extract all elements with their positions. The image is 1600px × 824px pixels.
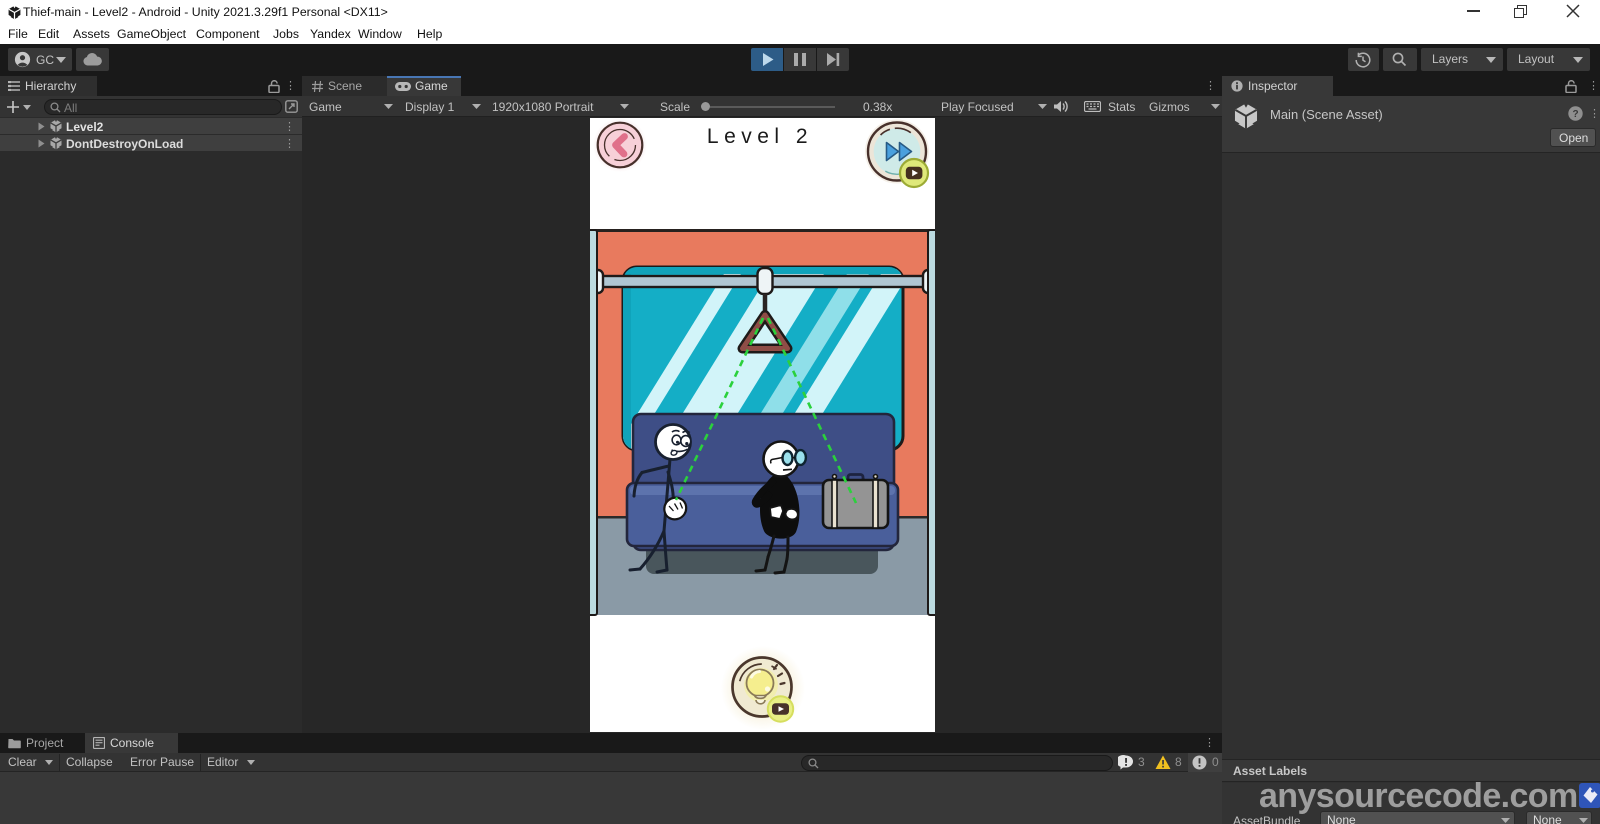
svg-text:Level 2: Level 2 — [707, 125, 813, 148]
svg-text:?: ? — [1572, 109, 1578, 120]
